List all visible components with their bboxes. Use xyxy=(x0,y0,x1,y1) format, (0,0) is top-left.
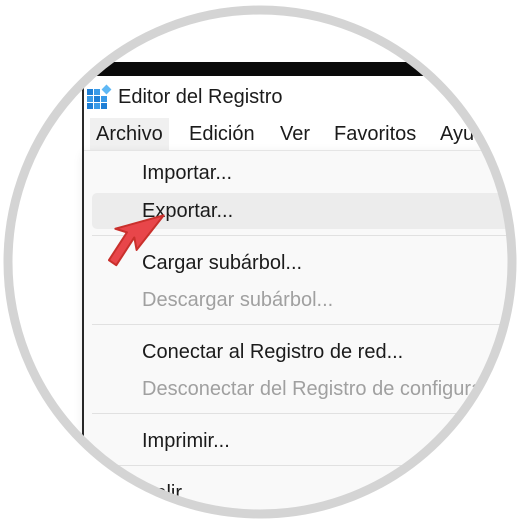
title-bar-strip xyxy=(84,62,520,76)
menu-bar: Archivo Edición Ver Favoritos Ayuda xyxy=(84,118,520,150)
registry-editor-icon xyxy=(87,84,112,109)
menu-separator xyxy=(92,413,520,414)
menu-edicion[interactable]: Edición xyxy=(183,118,261,150)
menu-ayuda[interactable]: Ayuda xyxy=(434,118,502,150)
menu-item-conectar-registro-red[interactable]: Conectar al Registro de red... xyxy=(92,334,520,370)
menu-separator xyxy=(92,324,520,325)
menu-ver[interactable]: Ver xyxy=(274,118,316,150)
screenshot-stage: Editor del Registro Archivo Edición Ver … xyxy=(0,0,520,520)
menu-item-salir[interactable]: Salir xyxy=(92,475,520,511)
menu-archivo[interactable]: Archivo xyxy=(90,118,169,150)
window-title: Editor del Registro xyxy=(118,86,283,108)
pointer-arrow-icon xyxy=(108,214,165,267)
registry-editor-window: Editor del Registro Archivo Edición Ver … xyxy=(0,0,520,520)
menu-item-imprimir[interactable]: Imprimir... xyxy=(92,423,520,459)
menu-separator xyxy=(92,465,520,466)
menu-favoritos[interactable]: Favoritos xyxy=(328,118,422,150)
menu-item-desconectar-registro: Desconectar del Registro de configuració… xyxy=(142,378,520,400)
menu-item-descargar-subarbol: Descargar subárbol... xyxy=(142,289,334,311)
menu-item-importar[interactable]: Importar... xyxy=(92,155,520,191)
